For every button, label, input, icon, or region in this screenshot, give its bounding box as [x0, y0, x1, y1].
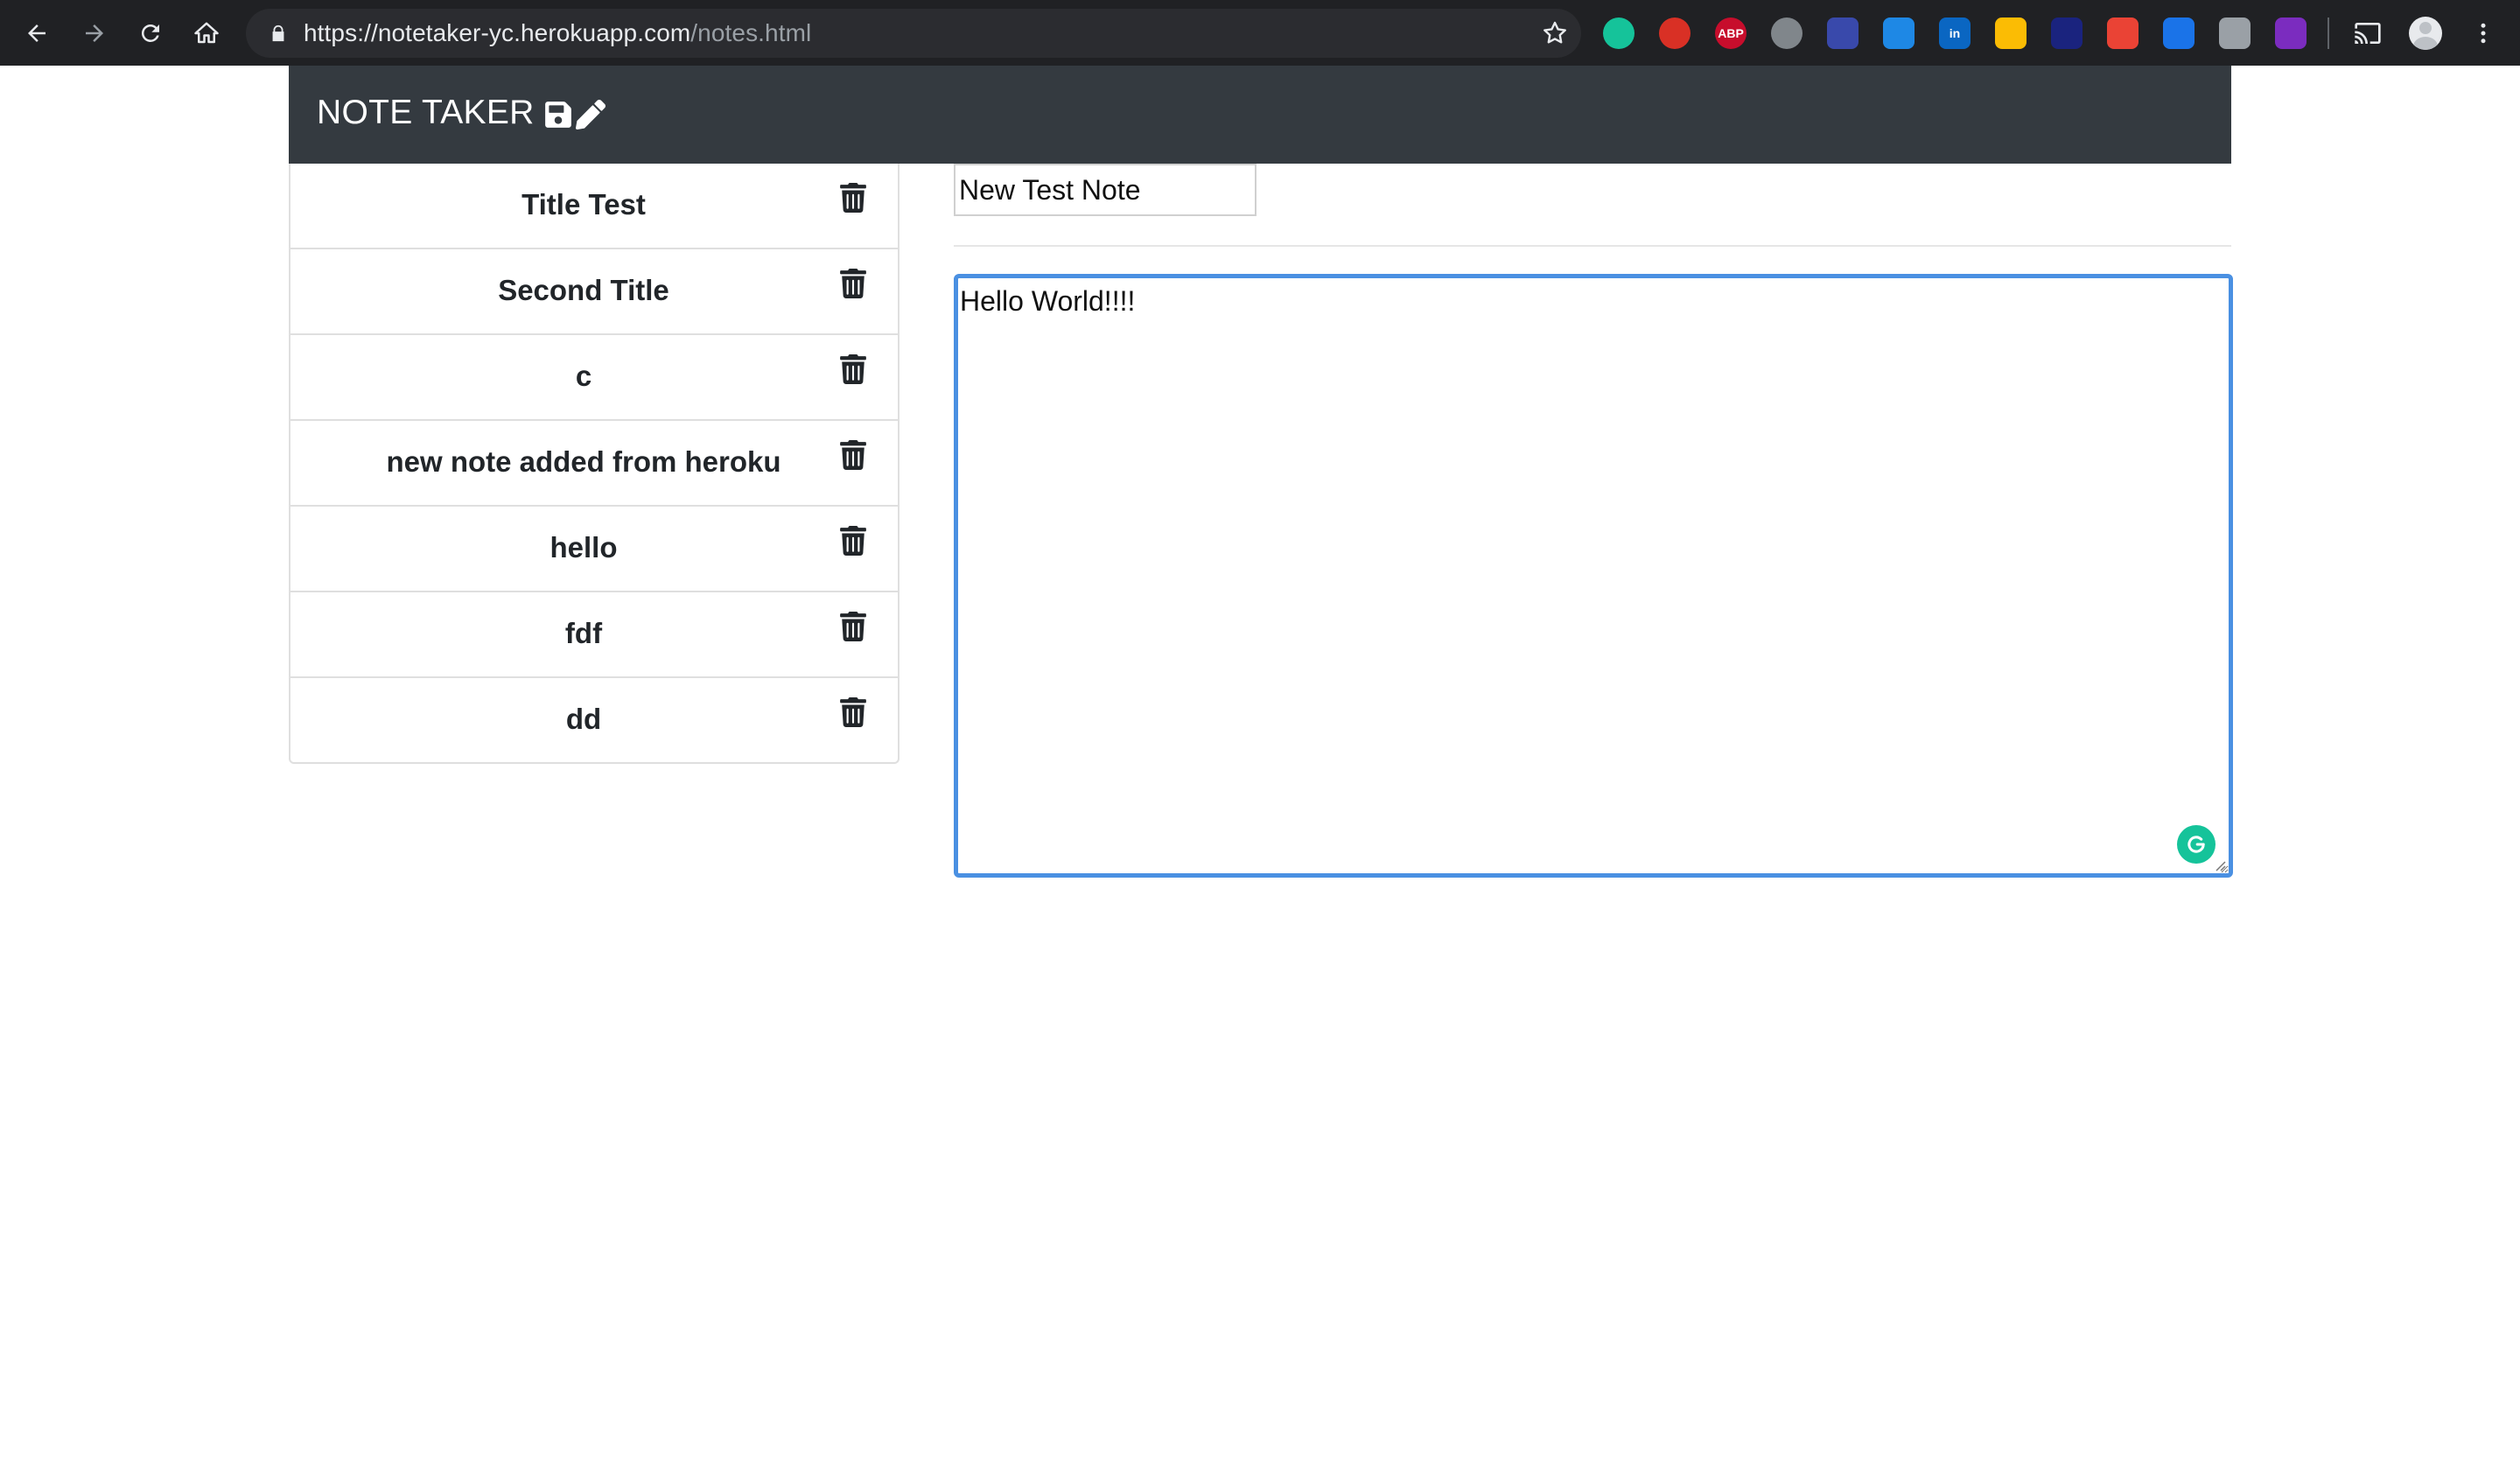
url-text: https://notetaker-yc.herokuapp.com/notes… — [304, 19, 811, 47]
chrome-menu-button[interactable] — [2466, 16, 2501, 51]
profile-button[interactable] — [2408, 16, 2443, 51]
gray-extension-icon[interactable] — [1771, 18, 1802, 49]
more-vertical-icon — [2481, 23, 2486, 44]
pen-extension-icon[interactable] — [2163, 18, 2194, 49]
address-bar[interactable]: https://notetaker-yc.herokuapp.com/notes… — [246, 9, 1581, 58]
avatar — [2409, 17, 2442, 50]
adblock-extension-icon[interactable]: ABP — [1715, 18, 1746, 49]
linkedin-extension-icon[interactable]: in — [1939, 18, 1970, 49]
delete-note-trash-icon[interactable] — [840, 697, 866, 732]
note-title[interactable]: fdf — [290, 617, 877, 650]
note-title-input[interactable] — [954, 164, 1256, 216]
note-list-item[interactable]: dd — [290, 678, 898, 762]
home-icon — [194, 22, 219, 44]
brand-title[interactable]: NOTE TAKER — [317, 94, 535, 132]
lock-icon — [272, 24, 284, 42]
back-button[interactable] — [19, 16, 54, 51]
grammarly-button[interactable] — [2177, 825, 2216, 864]
forward-button[interactable] — [77, 16, 112, 51]
note-title[interactable]: hello — [290, 531, 877, 564]
grammarly-g-icon — [2188, 836, 2205, 853]
pencil-icon[interactable] — [576, 100, 606, 130]
arrow-left-icon — [28, 24, 46, 42]
search-extension-icon[interactable] — [1827, 18, 1858, 49]
note-list-item[interactable]: Second Title — [290, 249, 898, 335]
cloud-extension-icon[interactable] — [1883, 18, 1914, 49]
note-list-item[interactable]: new note added from heroku — [290, 421, 898, 507]
delete-note-trash-icon[interactable] — [840, 440, 866, 474]
grammarly-extension-icon[interactable] — [1603, 18, 1634, 49]
browser-toolbar: https://notetaker-yc.herokuapp.com/notes… — [0, 0, 2520, 66]
delete-note-trash-icon[interactable] — [840, 182, 866, 217]
delete-note-trash-icon[interactable] — [840, 526, 866, 560]
url-path: /notes.html — [690, 19, 812, 46]
note-title[interactable]: new note added from heroku — [290, 445, 877, 479]
reload-icon — [141, 24, 159, 42]
editor-divider — [954, 245, 2231, 247]
save-icon[interactable] — [544, 100, 572, 130]
note-title[interactable]: dd — [290, 703, 877, 736]
note-list-item[interactable]: c — [290, 335, 898, 421]
delete-note-trash-icon[interactable] — [840, 354, 866, 388]
home-button[interactable] — [189, 16, 224, 51]
bookmark-star-icon[interactable] — [1541, 19, 1569, 47]
note-list-item[interactable]: hello — [290, 507, 898, 592]
cat-extension-icon[interactable] — [2219, 18, 2250, 49]
toolbar-divider — [2328, 18, 2329, 49]
note-title[interactable]: Title Test — [290, 188, 877, 221]
resize-handle-icon[interactable] — [2214, 859, 2226, 872]
note-title[interactable]: Second Title — [290, 274, 877, 307]
flag-extension-icon[interactable] — [2051, 18, 2082, 49]
navbar-actions — [544, 100, 606, 130]
reload-button[interactable] — [133, 16, 168, 51]
note-text-area[interactable]: Hello World!!!! — [954, 274, 2233, 878]
delete-note-trash-icon[interactable] — [840, 269, 866, 303]
note-list-item[interactable]: Title Test — [290, 164, 898, 249]
note-title[interactable]: c — [290, 360, 877, 393]
cast-icon — [2355, 23, 2381, 44]
arrow-right-icon — [86, 24, 103, 42]
video-extension-icon[interactable] — [2107, 18, 2138, 49]
cast-button[interactable] — [2350, 16, 2385, 51]
hand-extension-icon[interactable] — [1659, 18, 1690, 49]
colorful-extension-icon[interactable] — [1995, 18, 2026, 49]
note-list: Title Test Second Title c new note added fr… — [289, 164, 900, 764]
note-list-item[interactable]: fdf — [290, 592, 898, 678]
app-navbar: NOTE TAKER — [289, 66, 2231, 164]
check-extension-icon[interactable] — [2275, 18, 2306, 49]
delete-note-trash-icon[interactable] — [840, 612, 866, 646]
url-host: https://notetaker-yc.herokuapp.com — [304, 19, 691, 46]
